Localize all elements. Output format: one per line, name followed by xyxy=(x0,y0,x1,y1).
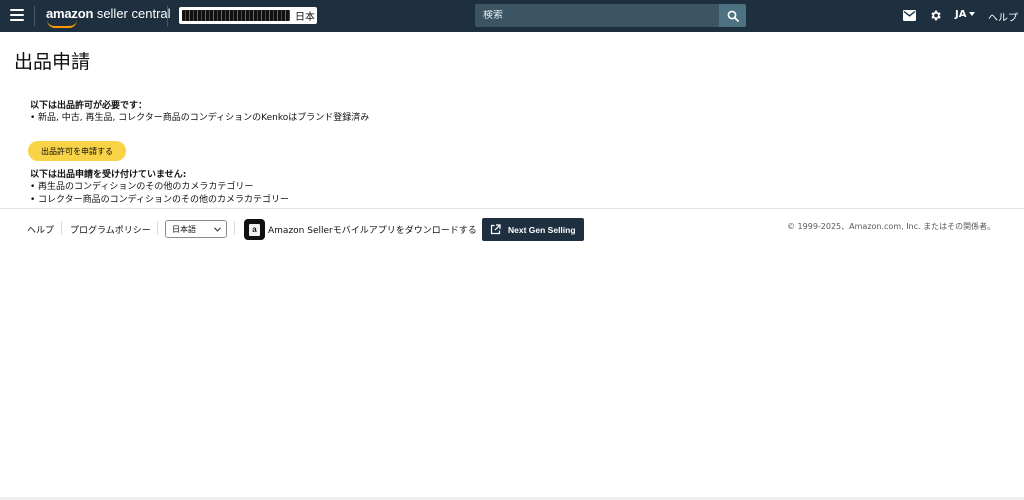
app-icon-letter: a xyxy=(249,223,260,236)
footer-separator xyxy=(234,221,235,235)
mail-icon[interactable] xyxy=(903,10,916,21)
seller-central-logo[interactable]: amazon seller central xyxy=(46,6,171,28)
footer-separator xyxy=(157,221,158,235)
apply-for-approval-button[interactable]: 出品許可を申請する xyxy=(28,141,126,161)
footer-language-select[interactable]: 日本語 xyxy=(165,220,227,238)
search-button[interactable] xyxy=(719,4,746,27)
next-gen-selling-label: Next Gen Selling xyxy=(508,224,576,235)
download-app-link[interactable]: Amazon Sellerモバイルアプリをダウンロードする xyxy=(268,223,477,236)
account-switcher[interactable]: 日本 xyxy=(179,7,317,24)
caret-down-icon xyxy=(969,12,976,16)
next-gen-selling-button[interactable]: Next Gen Selling xyxy=(482,218,584,241)
language-selector[interactable]: JA xyxy=(955,9,976,20)
footer-help-link[interactable]: ヘルプ xyxy=(27,223,54,236)
not-accepted-list: 再生品のコンディションのその他のカメラカテゴリー コレクター商品のコンディション… xyxy=(30,181,289,207)
approval-required-heading: 以下は出品許可が必要です： xyxy=(30,101,148,111)
search-input[interactable] xyxy=(483,10,703,21)
list-item: 再生品のコンディションのその他のカメラカテゴリー xyxy=(30,181,289,194)
footer-separator xyxy=(61,221,62,235)
approval-required-section: 以下は出品許可が必要です： 新品, 中古, 再生品, コレクター商品のコンディシ… xyxy=(30,100,369,125)
program-policy-link[interactable]: プログラムポリシー xyxy=(70,223,151,236)
page-title: 出品申請 xyxy=(14,51,91,73)
list-item: コレクター商品のコンディションのその他のカメラカテゴリー xyxy=(30,194,289,207)
menu-icon[interactable] xyxy=(10,9,24,23)
language-label: JA xyxy=(955,9,967,20)
amazon-seller-app-icon[interactable]: a xyxy=(244,219,265,240)
top-navigation-bar: amazon seller central 日本 JA ヘルプ xyxy=(0,0,1024,32)
search-box[interactable] xyxy=(475,4,719,27)
logo-brand: amazon xyxy=(46,6,94,21)
footer-language-value: 日本語 xyxy=(172,224,196,234)
approval-required-list: 新品, 中古, 再生品, コレクター商品のコンディションのKenkoはブランド登… xyxy=(30,112,369,125)
not-accepted-section: 以下は出品申請を受け付けていません: 再生品のコンディションのその他のカメラカテ… xyxy=(30,169,289,207)
logo-subtitle: seller central xyxy=(93,6,171,21)
search-icon xyxy=(727,10,739,22)
redacted-account-name xyxy=(182,10,290,21)
marketplace-label: 日本 xyxy=(295,12,315,23)
header-help-link[interactable]: ヘルプ xyxy=(988,9,1018,24)
header-divider xyxy=(167,6,168,26)
chevron-down-icon xyxy=(214,226,221,232)
header-divider xyxy=(34,6,35,26)
external-link-icon xyxy=(490,224,501,235)
footer-divider xyxy=(0,208,1024,209)
copyright-text: © 1999-2025、Amazon.com, Inc. またはその関係者。 xyxy=(787,222,996,231)
not-accepted-heading: 以下は出品申請を受け付けていません: xyxy=(30,170,187,180)
logo-smile xyxy=(47,20,77,28)
list-item: 新品, 中古, 再生品, コレクター商品のコンディションのKenkoはブランド登… xyxy=(30,112,369,125)
gear-icon[interactable] xyxy=(929,9,942,22)
